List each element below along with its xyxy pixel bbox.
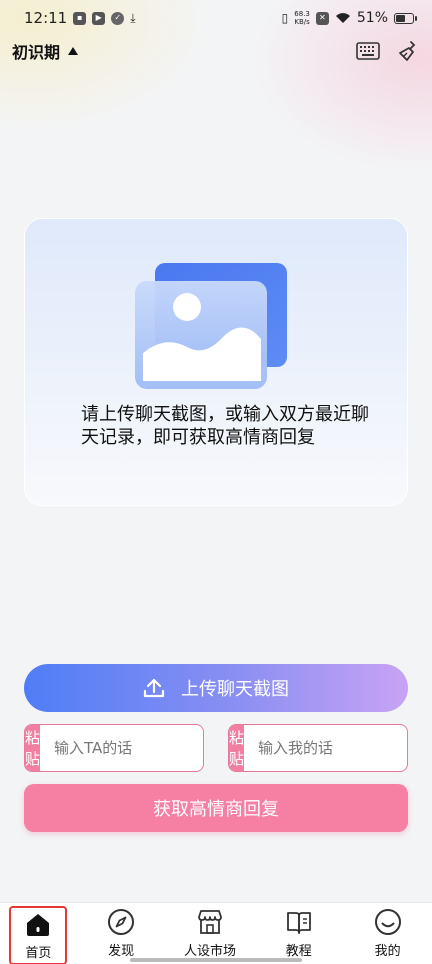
top-bar: 初识期 [0, 36, 432, 66]
smile-icon [374, 909, 401, 935]
compass-icon [108, 909, 135, 935]
bottom-nav: 首页 发现 人设市场 教程 我的 [0, 902, 432, 964]
keyboard-icon[interactable] [356, 42, 380, 60]
home-indicator[interactable] [130, 958, 302, 962]
sim-off-icon: ✕ [315, 11, 329, 25]
nav-label-tutorial: 教程 [285, 944, 312, 959]
app-notification-icon: ▪ [73, 11, 87, 25]
paste-ta-button[interactable]: 粘贴 [25, 725, 41, 771]
stage-selector[interactable]: 初识期 [12, 39, 79, 63]
nav-item-discover[interactable]: 发现 [86, 908, 156, 959]
image-placeholder-icon [135, 263, 287, 389]
top-actions [356, 40, 420, 62]
store-icon [198, 910, 222, 934]
home-icon [27, 914, 50, 936]
nav-label-discover: 发现 [108, 944, 135, 959]
status-time: 12:11 [24, 9, 68, 27]
me-input-group: 粘贴 [228, 724, 408, 772]
battery-icon [394, 12, 417, 24]
stage-label: 初识期 [12, 43, 61, 62]
speed-value: 68.3 [294, 10, 310, 18]
nav-item-persona-market[interactable]: 人设市场 [175, 908, 245, 959]
nav-item-me[interactable]: 我的 [353, 908, 423, 959]
network-speed: 68.3 KB/s [294, 10, 310, 26]
upload-prompt-text: 请上传聊天截图，或输入双方最近聊天记录，即可获取高情商回复 [81, 404, 369, 448]
nav-label-me: 我的 [374, 944, 401, 959]
me-message-input[interactable] [244, 725, 407, 771]
play-notification-icon: ▶ [92, 11, 106, 25]
upload-screenshot-button[interactable]: 上传聊天截图 [24, 664, 408, 712]
nav-label-persona-market: 人设市场 [183, 944, 236, 959]
nav-item-home[interactable]: 首页 [9, 906, 68, 964]
nav-label-home: 首页 [25, 946, 52, 961]
upload-button-label: 上传聊天截图 [181, 679, 289, 700]
paste-me-button[interactable]: 粘贴 [229, 725, 245, 771]
get-reply-button[interactable]: 获取高情商回复 [24, 784, 408, 832]
nav-item-tutorial[interactable]: 教程 [264, 908, 334, 959]
upload-card[interactable]: 请上传聊天截图，或输入双方最近聊天记录，即可获取高情商回复 [24, 218, 408, 506]
broom-icon[interactable] [398, 40, 420, 62]
status-right: ▯ 68.3 KB/s ✕ 51% [281, 10, 417, 26]
ta-input-group: 粘贴 [24, 724, 204, 772]
upload-icon [143, 678, 165, 698]
speed-unit: KB/s [294, 18, 310, 26]
book-icon [286, 912, 311, 934]
caret-up-icon [68, 47, 79, 55]
download-icon: ⤓ [130, 10, 136, 25]
check-notification-icon: ✓ [111, 11, 125, 25]
battery-percent: 51% [356, 10, 388, 26]
vibrate-icon: ▯ [281, 11, 289, 25]
wifi-icon [335, 13, 350, 23]
ta-message-input[interactable] [40, 725, 203, 771]
status-left: 12:11 ▪ ▶ ✓ ⤓ [24, 9, 136, 27]
status-bar: 12:11 ▪ ▶ ✓ ⤓ ▯ 68.3 KB/s ✕ 51% [0, 0, 432, 36]
